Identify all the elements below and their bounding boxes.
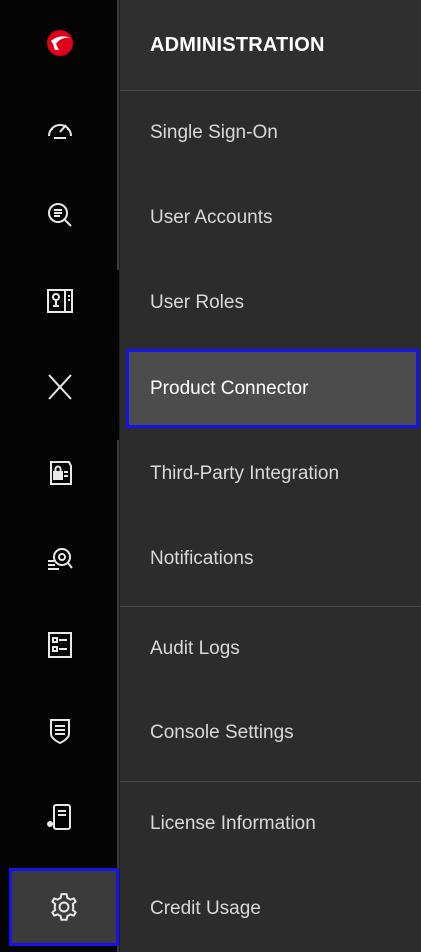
- menu-item-single-sign-on[interactable]: Single Sign-On: [120, 93, 421, 173]
- menu-item-product-connector[interactable]: Product Connector: [126, 349, 419, 428]
- menu-item-console-settings[interactable]: Console Settings: [120, 693, 421, 773]
- menu-item-user-accounts[interactable]: User Accounts: [120, 178, 421, 258]
- search-list-icon[interactable]: [0, 172, 119, 258]
- navigation-rail: [0, 0, 119, 952]
- app-window: ADMINISTRATION Single Sign-On User Accou…: [0, 0, 421, 952]
- threat-search-icon[interactable]: [0, 516, 119, 602]
- settings-gear-icon[interactable]: [9, 868, 119, 946]
- menu-item-audit-logs[interactable]: Audit Logs: [120, 609, 421, 689]
- menu-item-license-information[interactable]: License Information: [120, 784, 421, 864]
- panel-title: ADMINISTRATION: [150, 34, 325, 56]
- menu-separator: [120, 781, 421, 782]
- shield-list-icon[interactable]: [0, 688, 119, 774]
- menu-separator: [120, 90, 421, 91]
- trend-logo-icon[interactable]: [0, 0, 119, 86]
- menu-item-notifications[interactable]: Notifications: [120, 519, 421, 599]
- xdr-cross-icon[interactable]: [0, 344, 119, 430]
- administration-panel: ADMINISTRATION Single Sign-On User Accou…: [119, 0, 421, 952]
- dashboard-gauge-icon[interactable]: [0, 86, 119, 172]
- device-monitor-icon[interactable]: [0, 258, 119, 344]
- menu-item-user-roles[interactable]: User Roles: [120, 263, 421, 343]
- mobile-device-icon[interactable]: [0, 774, 119, 860]
- menu-item-credit-usage[interactable]: Credit Usage: [120, 869, 421, 949]
- menu-item-third-party-integration[interactable]: Third-Party Integration: [120, 434, 421, 514]
- lock-policy-icon[interactable]: [0, 430, 119, 516]
- menu-separator: [120, 606, 421, 607]
- checklist-icon[interactable]: [0, 602, 119, 688]
